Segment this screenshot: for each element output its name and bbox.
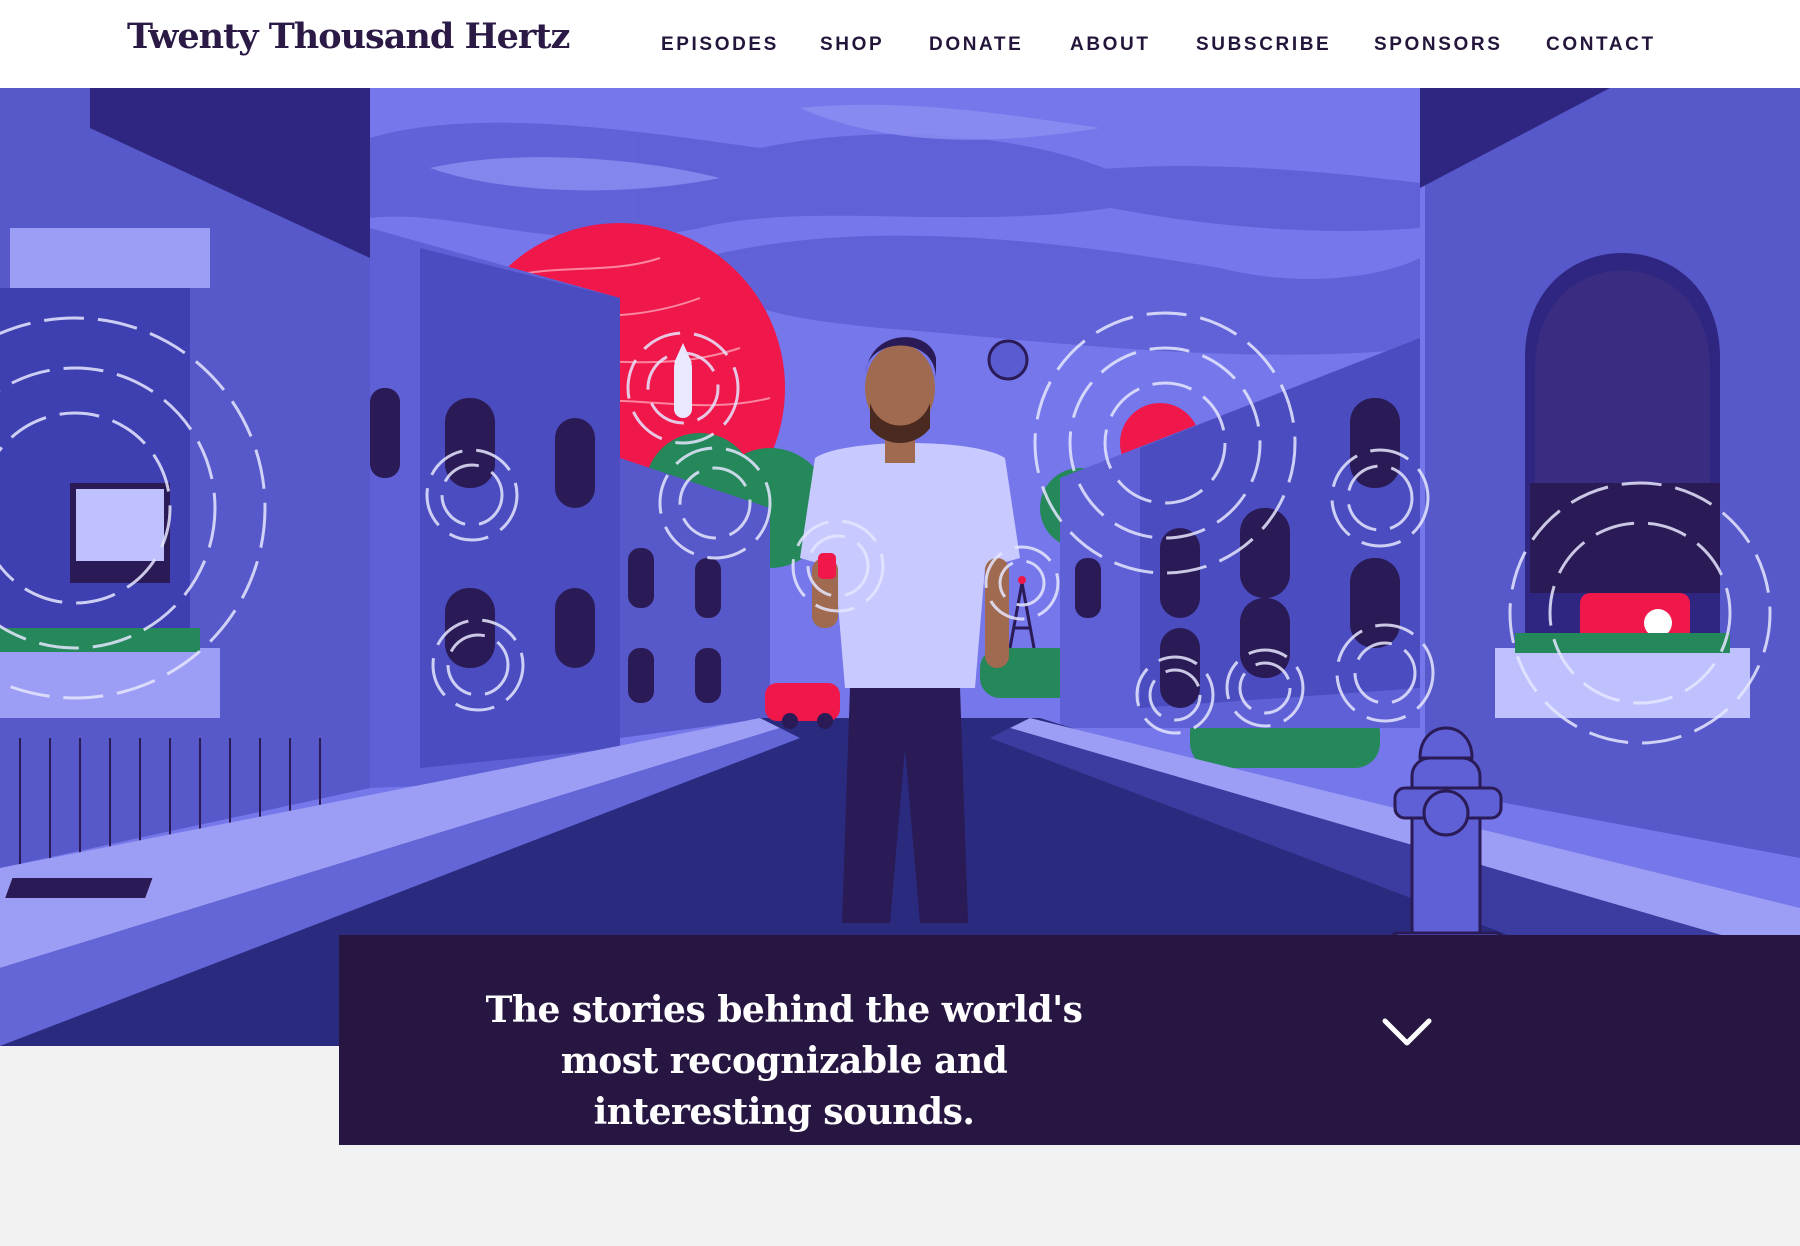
main-nav: EPISODES SHOP DONATE ABOUT SUBSCRIBE SPO… <box>0 34 1800 58</box>
hero-tagline: The stories behind the world's most reco… <box>485 989 1083 1133</box>
nav-about[interactable]: ABOUT <box>1070 34 1151 56</box>
nav-shop[interactable]: SHOP <box>820 34 884 56</box>
nav-contact[interactable]: CONTACT <box>1546 34 1656 56</box>
site-header: Twenty Thousand Hertz EPISODES SHOP DONA… <box>0 0 1800 88</box>
tagline-panel: The stories behind the world's most reco… <box>339 935 1800 1145</box>
nav-sponsors[interactable]: SPONSORS <box>1374 34 1503 56</box>
nav-subscribe[interactable]: SUBSCRIBE <box>1196 34 1331 56</box>
nav-donate[interactable]: DONATE <box>929 34 1023 56</box>
chevron-down-icon[interactable] <box>1379 1013 1435 1053</box>
hero-illustration <box>0 88 1800 1046</box>
nav-episodes[interactable]: EPISODES <box>661 34 779 56</box>
